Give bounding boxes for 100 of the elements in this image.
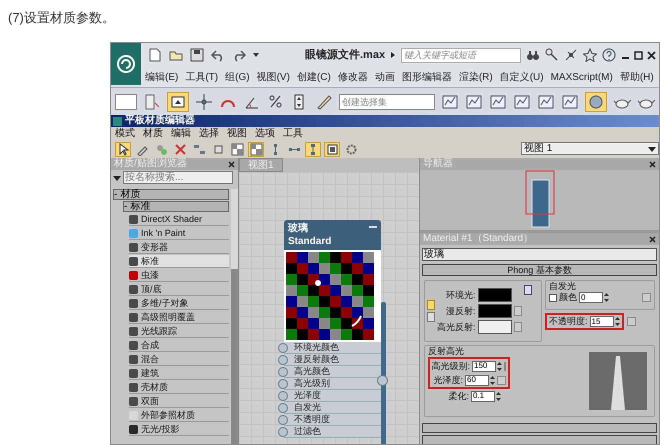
- output-socket[interactable]: [377, 375, 388, 386]
- node-slot[interactable]: 不透明度: [284, 414, 381, 426]
- menu-item[interactable]: 选择: [199, 129, 219, 139]
- group-header-bar[interactable]: - 材质: [113, 189, 229, 200]
- dropdown[interactable]: [115, 94, 137, 110]
- spinner-field[interactable]: 0.1: [471, 390, 495, 402]
- menu-item[interactable]: 帮助(H): [620, 70, 654, 84]
- menu-item[interactable]: 自定义(U): [500, 70, 544, 84]
- menu-item[interactable]: 模式: [115, 129, 135, 139]
- help-icon[interactable]: [602, 48, 616, 62]
- view-dropdown[interactable]: 视图 1: [521, 142, 659, 155]
- material-item[interactable]: 高级照明覆盖: [129, 311, 229, 324]
- rollout-header[interactable]: Phong 基本参数: [422, 264, 657, 276]
- toolbar-button[interactable]: [115, 142, 131, 157]
- search-field[interactable]: 按名称搜索...: [123, 171, 233, 184]
- star-icon[interactable]: [583, 48, 598, 62]
- toolbar-button[interactable]: [229, 142, 245, 157]
- menu-item[interactable]: 视图: [227, 129, 247, 139]
- menu-item[interactable]: 工具(T): [185, 70, 218, 84]
- material-editor-button[interactable]: [585, 92, 607, 112]
- nodes-icon: [192, 143, 206, 156]
- spinner-arrows-icon[interactable]: [604, 292, 609, 303]
- rollout-header[interactable]: [422, 435, 657, 444]
- close-icon[interactable]: [649, 160, 656, 168]
- swirl-icon: [116, 54, 136, 74]
- color-swatch[interactable]: [478, 288, 512, 302]
- toolbar-button[interactable]: [324, 142, 340, 157]
- checkbox[interactable]: [549, 294, 557, 302]
- menu-item[interactable]: 渲染(R): [458, 70, 493, 84]
- collapse-toggle[interactable]: -: [124, 202, 128, 212]
- spinner-arrows-icon[interactable]: [614, 316, 620, 327]
- material-item[interactable]: 无光/投影: [129, 423, 229, 436]
- spinner-field[interactable]: 60: [465, 374, 489, 386]
- toolbar-button[interactable]: [248, 142, 264, 157]
- material-item[interactable]: 外部参照材质: [129, 409, 229, 422]
- menu-item[interactable]: 选项: [255, 129, 275, 139]
- material-item[interactable]: 壳材质: [129, 381, 229, 394]
- material-name: 外部参照材质: [141, 410, 195, 420]
- node-slot[interactable]: 过滤色: [284, 426, 381, 438]
- close-icon[interactable]: [647, 50, 656, 60]
- move-icon[interactable]: [195, 92, 213, 110]
- new-file-icon[interactable]: [147, 47, 163, 63]
- color-swatch[interactable]: [478, 320, 512, 334]
- spinner-arrows-icon[interactable]: [490, 374, 495, 386]
- collapse-toggle[interactable]: -: [114, 190, 118, 200]
- rollout-header[interactable]: [422, 423, 657, 433]
- color-swatch[interactable]: [478, 304, 512, 318]
- save-icon[interactable]: [189, 47, 205, 63]
- menu-item[interactable]: 编辑: [171, 129, 191, 139]
- node-slot[interactable]: 自发光: [284, 402, 381, 414]
- node-slot[interactable]: 高光级别: [284, 378, 381, 390]
- menu-item[interactable]: 创建(C): [296, 70, 331, 84]
- scrollbar-thumb[interactable]: [231, 269, 238, 444]
- material-item[interactable]: Ink 'n Paint: [129, 227, 229, 240]
- lock-button[interactable]: [524, 285, 532, 295]
- group-header-bar[interactable]: - 标准: [123, 201, 229, 212]
- menu-item[interactable]: 材质: [143, 129, 163, 139]
- node-slot[interactable]: 高光颜色: [284, 366, 381, 378]
- material-item[interactable]: 变形器: [129, 241, 229, 254]
- material-item[interactable]: 光线跟踪: [129, 325, 229, 338]
- material-item[interactable]: 建筑: [129, 367, 229, 380]
- maximize-icon[interactable]: [634, 50, 644, 60]
- spinner-field[interactable]: 150: [472, 360, 496, 372]
- menu-item[interactable]: 视图(V): [256, 70, 290, 84]
- material-item[interactable]: 虫漆: [129, 269, 229, 282]
- material-item[interactable]: 混合: [129, 353, 229, 366]
- node-slot[interactable]: 光泽度: [284, 390, 381, 402]
- dropdown-arrow-icon[interactable]: [113, 174, 121, 182]
- node-slot[interactable]: 环境光颜色: [284, 342, 381, 354]
- menu-item[interactable]: 修改器: [338, 70, 368, 84]
- key-icon[interactable]: [545, 48, 560, 62]
- binoculars-icon[interactable]: [526, 48, 540, 62]
- pencil-icon[interactable]: [315, 92, 333, 110]
- close-icon[interactable]: [228, 160, 235, 168]
- select-button[interactable]: [167, 92, 189, 112]
- close-icon[interactable]: [649, 236, 656, 242]
- spinner-field[interactable]: 15: [590, 316, 614, 327]
- material-item[interactable]: 合成: [129, 339, 229, 352]
- menu-item[interactable]: MAXScript(M): [550, 70, 613, 84]
- material-item[interactable]: 标准: [129, 255, 229, 268]
- checker-icon: [230, 143, 244, 156]
- menu-item[interactable]: 组(G): [225, 70, 250, 84]
- material-item[interactable]: 双面: [129, 395, 229, 408]
- node-slot[interactable]: 漫反射颜色: [284, 354, 381, 366]
- app-logo[interactable]: [111, 43, 141, 85]
- spinner-field[interactable]: 0: [579, 292, 603, 303]
- menu-item[interactable]: 图形编辑器: [402, 70, 452, 84]
- spinner-arrows-icon[interactable]: [496, 390, 501, 402]
- material-item[interactable]: 顶/底: [129, 283, 229, 296]
- menu-item[interactable]: 编辑(E): [145, 70, 178, 84]
- spinner-arrows-icon[interactable]: [497, 360, 502, 372]
- menu-item[interactable]: 动画: [374, 70, 395, 84]
- material-item[interactable]: 多维/子对象: [129, 297, 229, 310]
- search-field[interactable]: 键入关键字或短语: [401, 48, 522, 62]
- app-icon: [113, 116, 122, 126]
- menu-item[interactable]: 工具: [283, 129, 303, 139]
- selection-set-field[interactable]: 创建选择集: [339, 94, 435, 110]
- material-item[interactable]: DirectX Shader: [129, 213, 229, 226]
- scrollbar[interactable]: [231, 189, 238, 444]
- material-name: 无光/投影: [141, 424, 180, 434]
